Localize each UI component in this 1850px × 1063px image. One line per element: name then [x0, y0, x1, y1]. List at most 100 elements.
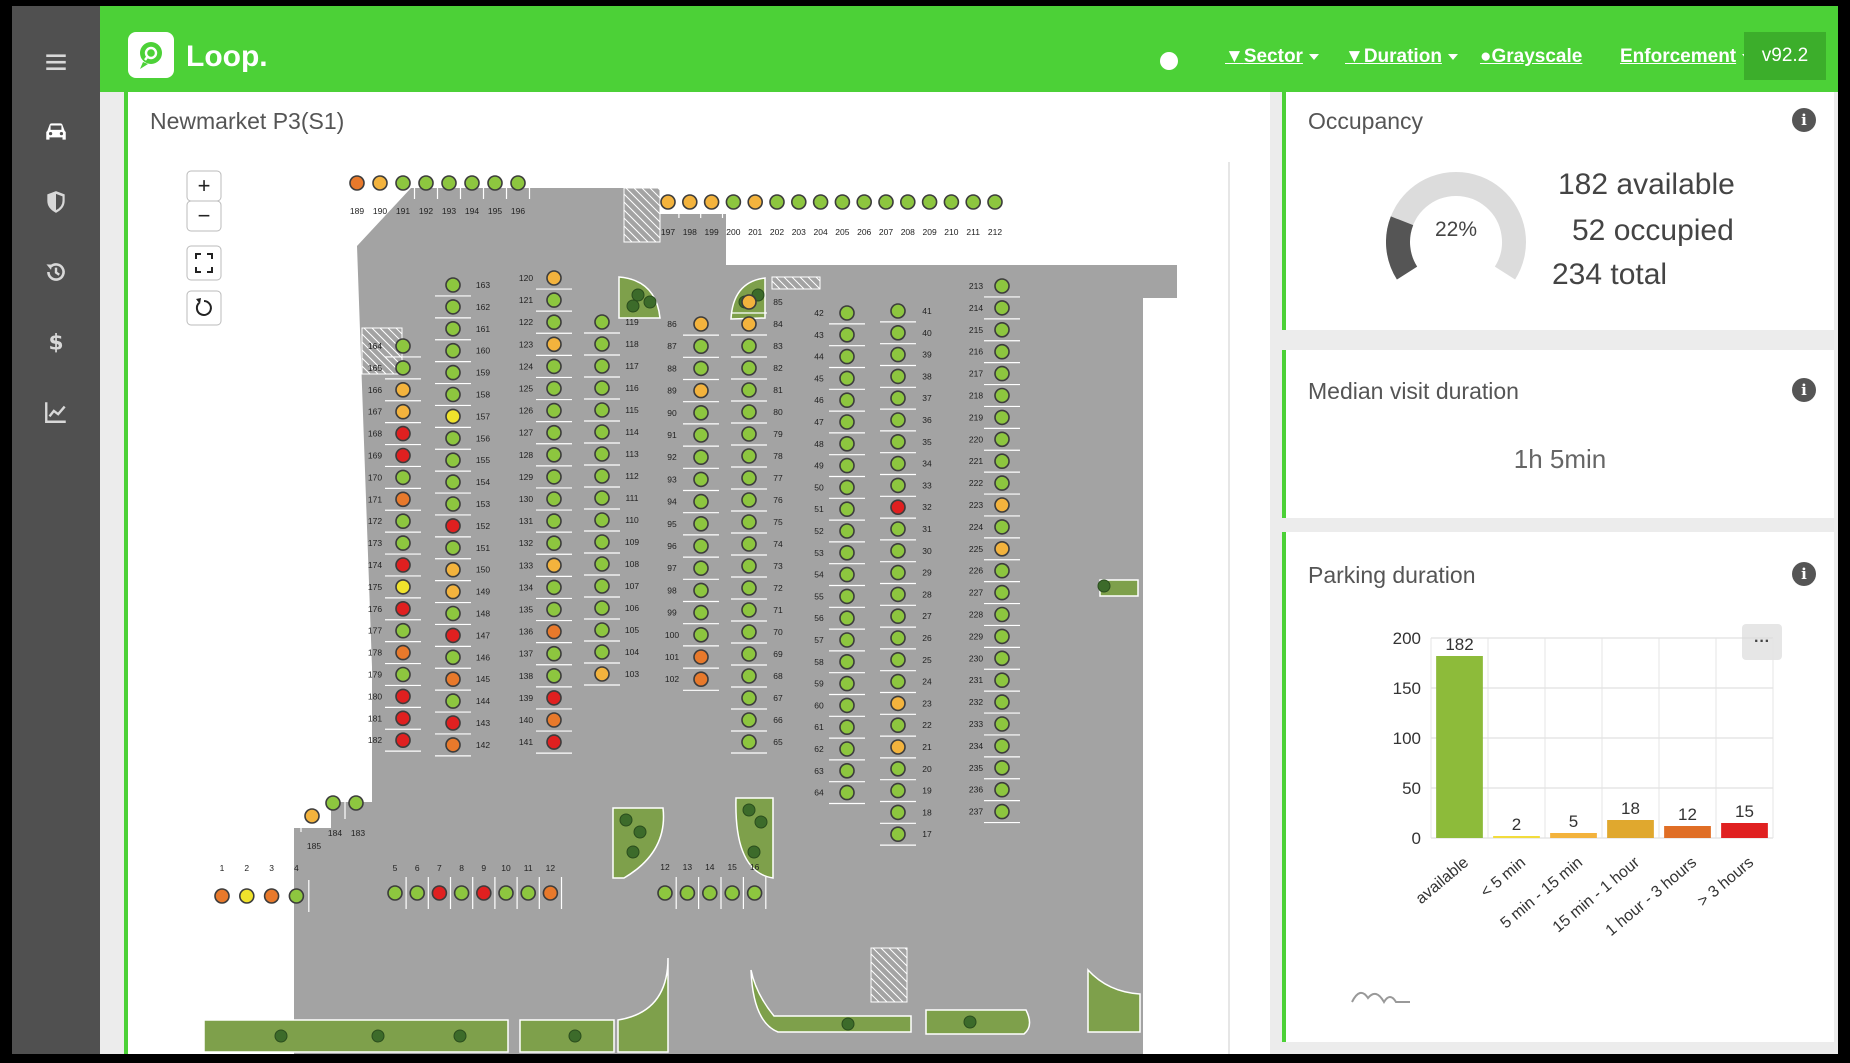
parking-spot-53[interactable]: [839, 544, 855, 561]
parking-spot-83[interactable]: [741, 338, 757, 354]
parking-spot-77[interactable]: [741, 470, 757, 486]
parking-spot-137[interactable]: [546, 645, 562, 662]
parking-spot-30[interactable]: [890, 542, 906, 559]
parking-spot-78[interactable]: [741, 448, 757, 464]
parking-spot-195[interactable]: [487, 175, 503, 191]
parking-spot-200[interactable]: [725, 194, 742, 210]
parking-spot-54[interactable]: [839, 566, 855, 583]
zoom-out-button[interactable]: −: [186, 200, 222, 232]
parking-spot-207[interactable]: [878, 194, 894, 210]
parking-spot-62[interactable]: [839, 741, 855, 757]
parking-spot-70[interactable]: [741, 624, 757, 640]
duration-filter[interactable]: ▼Duration: [1345, 46, 1458, 68]
bar-5[interactable]: [1721, 823, 1768, 838]
bar-3[interactable]: [1607, 820, 1654, 838]
parking-spot-236[interactable]: [994, 781, 1010, 798]
parking-spot-23[interactable]: [890, 695, 906, 712]
parking-spot-193[interactable]: [441, 175, 457, 191]
fullscreen-button[interactable]: [186, 245, 222, 281]
parking-spot-110[interactable]: [594, 512, 610, 528]
parking-spot-26[interactable]: [890, 630, 906, 646]
parking-spot-94[interactable]: [693, 493, 709, 510]
parking-spot-21[interactable]: [890, 739, 906, 755]
parking-spot-175[interactable]: [395, 579, 411, 595]
parking-spot-152[interactable]: [445, 518, 461, 534]
parking-spot-196[interactable]: [510, 175, 526, 191]
parking-spot-214[interactable]: [994, 300, 1010, 316]
parking-spot-82[interactable]: [741, 360, 757, 376]
parking-spot-227[interactable]: [994, 584, 1010, 601]
parking-spot-17[interactable]: [890, 826, 906, 843]
parking-spot-25[interactable]: [890, 651, 906, 668]
parking-spot-51[interactable]: [839, 501, 855, 518]
parking-spot-117[interactable]: [594, 358, 610, 374]
parking-spot-129[interactable]: [546, 469, 562, 485]
parking-spot-151[interactable]: [445, 539, 461, 556]
parking-spot-118[interactable]: [594, 336, 610, 352]
parking-spot-219[interactable]: [994, 409, 1010, 426]
parking-spot-44[interactable]: [839, 348, 855, 365]
parking-spot-156[interactable]: [445, 430, 461, 447]
parking-spot-107[interactable]: [594, 578, 610, 594]
parking-spot-126[interactable]: [546, 402, 562, 419]
parking-spot-155[interactable]: [445, 452, 461, 469]
parking-spot-136[interactable]: [546, 623, 562, 640]
parking-spot-50[interactable]: [839, 479, 855, 496]
parking-spot-9[interactable]: [475, 885, 492, 901]
parking-spot-34[interactable]: [890, 455, 906, 472]
parking-spot-15[interactable]: [724, 885, 741, 901]
parking-spot-57[interactable]: [839, 632, 855, 648]
parking-spot-84[interactable]: [741, 316, 757, 332]
parking-spot-88[interactable]: [693, 360, 709, 377]
parking-spot-48[interactable]: [839, 435, 855, 452]
parking-spot-157[interactable]: [445, 408, 461, 425]
parking-spot-99[interactable]: [693, 604, 709, 621]
parking-spot-32[interactable]: [890, 499, 906, 516]
parking-spot-231[interactable]: [994, 672, 1010, 689]
parking-spot-22[interactable]: [890, 717, 906, 734]
info-icon[interactable]: i: [1792, 108, 1816, 132]
parking-spot-146[interactable]: [445, 649, 461, 666]
parking-spot-74[interactable]: [741, 536, 757, 552]
parking-spot-165[interactable]: [395, 360, 411, 376]
parking-spot-72[interactable]: [741, 580, 757, 596]
parking-spot-123[interactable]: [546, 336, 562, 353]
parking-spot-105[interactable]: [594, 622, 610, 638]
parking-spot-97[interactable]: [693, 560, 709, 577]
parking-spot-119[interactable]: [594, 314, 610, 330]
parking-spot-63[interactable]: [839, 762, 855, 779]
parking-spot-178[interactable]: [395, 644, 411, 661]
parking-spot-42[interactable]: [839, 305, 855, 321]
parking-spot-158[interactable]: [445, 386, 461, 403]
enforcement-menu[interactable]: Enforcement: [1620, 46, 1753, 68]
parking-spot-190[interactable]: [372, 175, 388, 191]
parking-spot-100[interactable]: [693, 626, 709, 643]
parking-spot-233[interactable]: [994, 716, 1010, 732]
parking-spot-65[interactable]: [741, 734, 757, 750]
parking-spot-162[interactable]: [445, 299, 461, 315]
parking-spot-164[interactable]: [395, 338, 411, 354]
parking-spot-192[interactable]: [418, 175, 434, 191]
parking-spot-13[interactable]: [679, 885, 696, 901]
parking-spot-90[interactable]: [693, 404, 709, 421]
parking-spot-150[interactable]: [445, 561, 461, 578]
parking-spot-16[interactable]: [746, 885, 763, 901]
parking-spot-101[interactable]: [693, 649, 709, 665]
parking-spot-202[interactable]: [769, 194, 785, 210]
parking-spot-172[interactable]: [395, 513, 411, 530]
parking-spot-177[interactable]: [395, 622, 411, 639]
parking-spot-215[interactable]: [994, 322, 1010, 338]
parking-spot-182[interactable]: [395, 732, 411, 749]
parking-spot-125[interactable]: [546, 380, 562, 397]
parking-spot-224[interactable]: [994, 519, 1010, 535]
parking-spot-71[interactable]: [741, 602, 757, 618]
bar-2[interactable]: [1550, 833, 1597, 838]
parking-spot-133[interactable]: [546, 557, 562, 574]
parking-spot-197[interactable]: [660, 194, 676, 210]
parking-spot-40[interactable]: [890, 325, 906, 341]
parking-spot-87[interactable]: [693, 338, 709, 354]
parking-spot-212[interactable]: [987, 194, 1003, 210]
parking-spot-112[interactable]: [594, 468, 610, 484]
parking-spot-145[interactable]: [445, 671, 461, 688]
menu-icon[interactable]: [36, 42, 76, 82]
